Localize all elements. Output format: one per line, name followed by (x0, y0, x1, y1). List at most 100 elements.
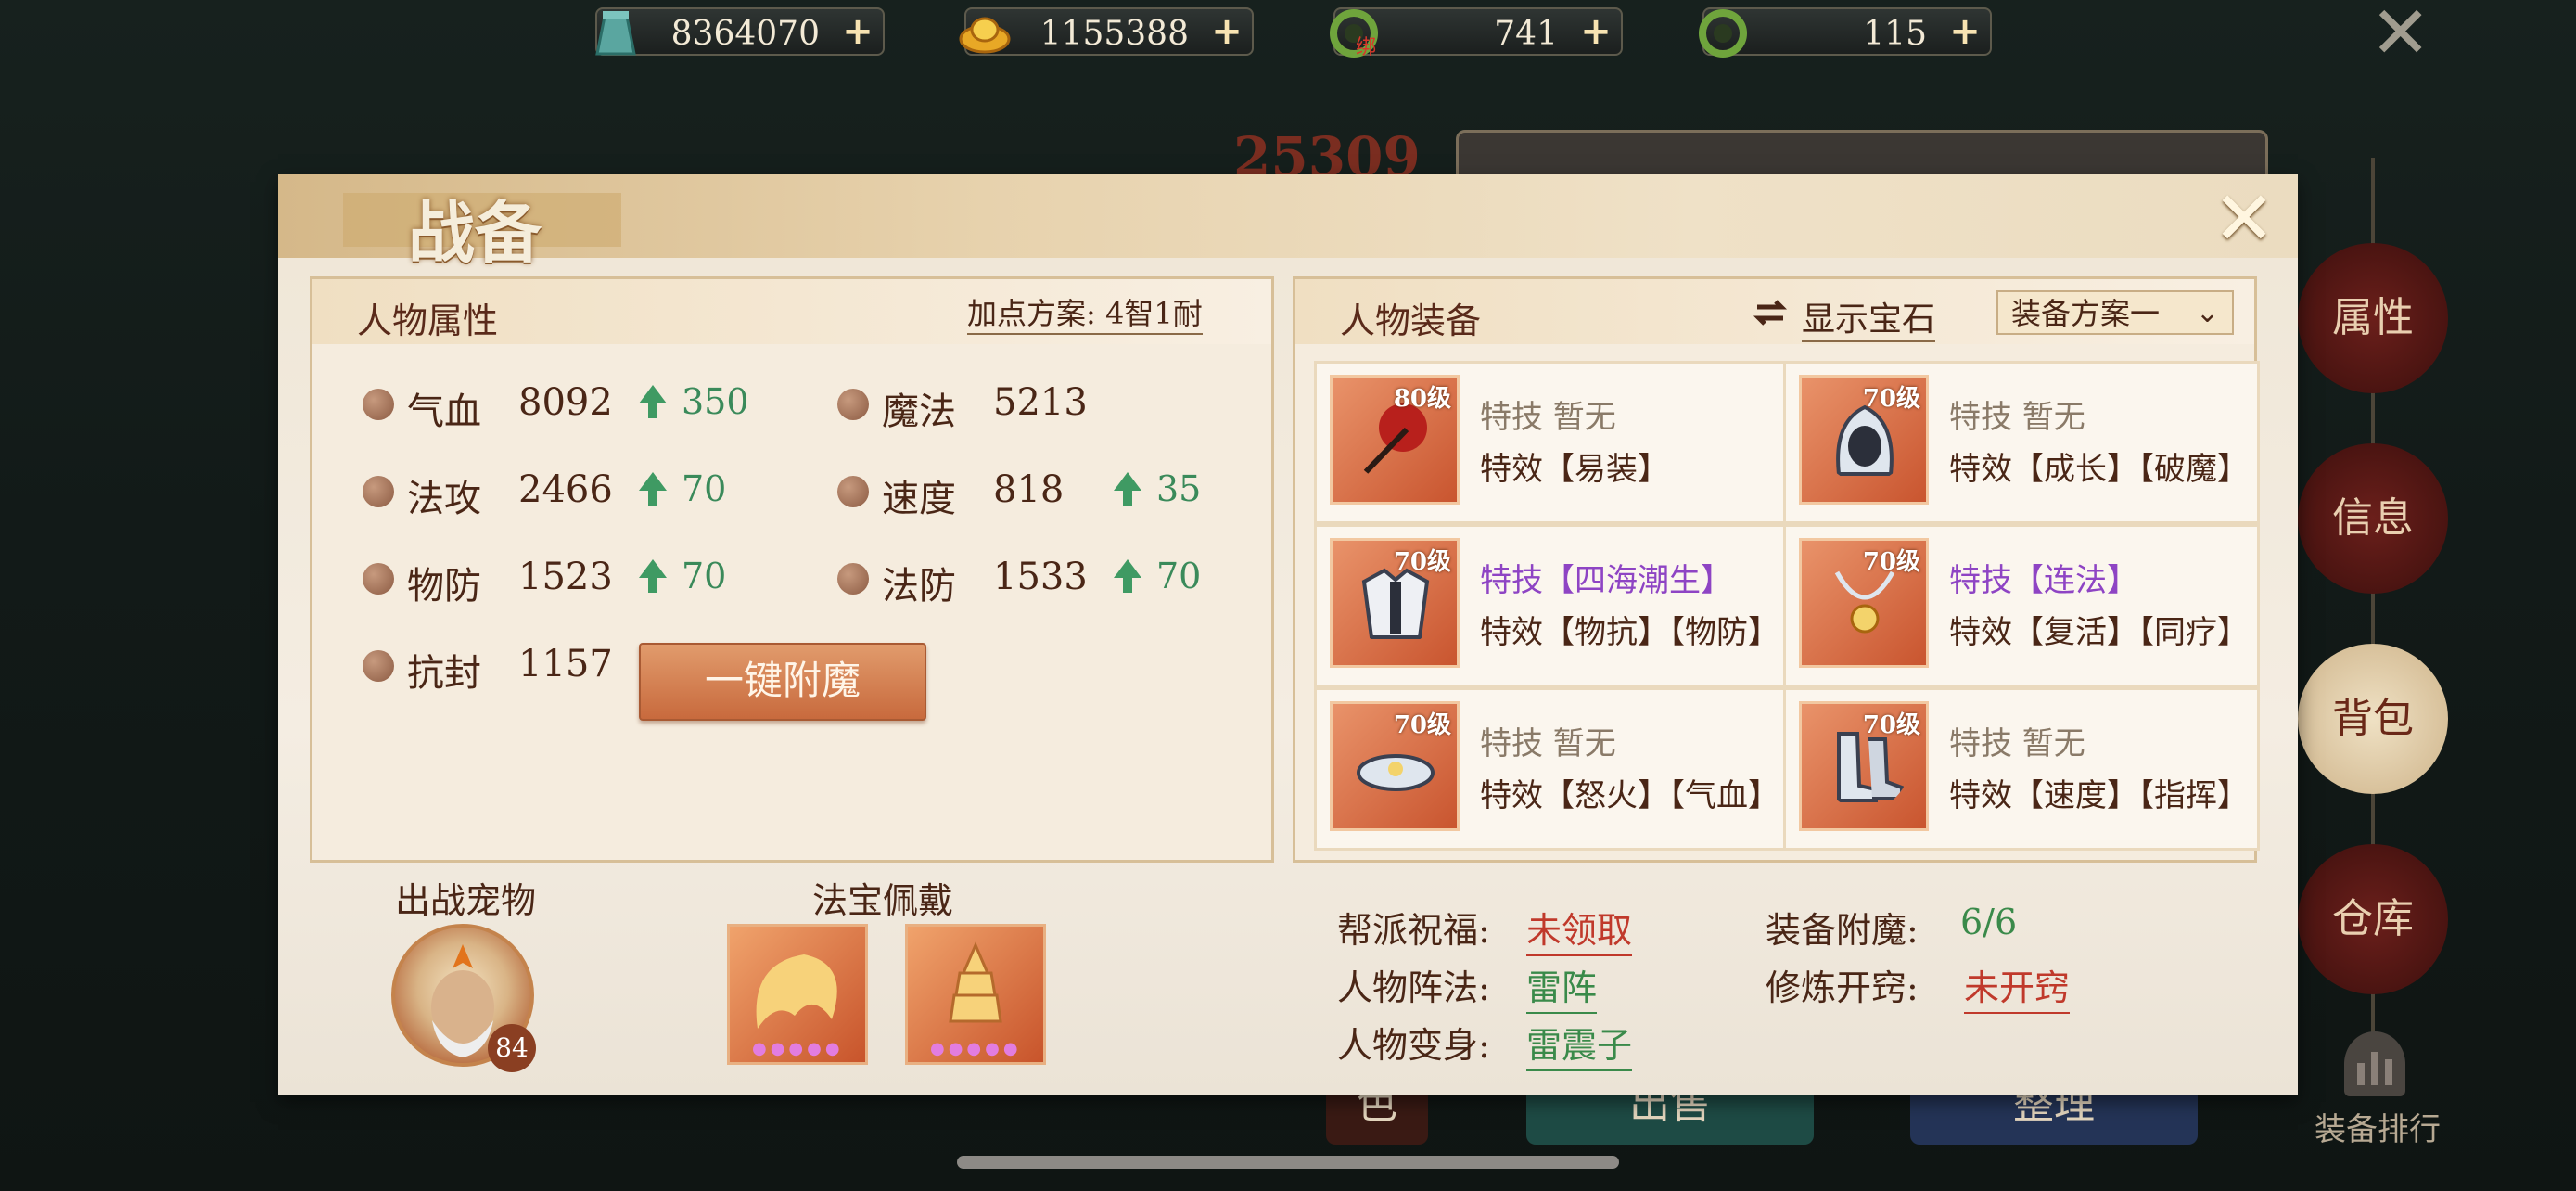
item-level: 70级 (1393, 548, 1451, 576)
jade-coin-icon (1695, 4, 1751, 59)
currency-gold-ingot: 1155388 + (959, 7, 1254, 56)
equipment-plan-select[interactable]: 装备方案一 ⌄ (1996, 290, 2234, 335)
fabao-slot-1[interactable]: ●●●●● (727, 924, 868, 1065)
item-effect: 特效【物抗】【物防】 (1480, 614, 1779, 651)
fabao-slot-2[interactable]: ●●●●● (905, 924, 1046, 1065)
currency-value: 1155388 (1039, 15, 1189, 53)
guild-blessing-value[interactable]: 未领取 (1526, 902, 1633, 956)
item-skill: 特技 暂无 (1949, 399, 2085, 436)
swap-icon[interactable] (1752, 294, 1789, 331)
add-currency-button[interactable]: + (1947, 13, 1983, 50)
stat-label: 气血 (407, 391, 481, 433)
gold-ingot-icon (957, 4, 1013, 59)
currency-bound-coin: 绑 741 + (1330, 7, 1623, 59)
background-close-icon[interactable]: ✕ (2370, 0, 2430, 70)
home-indicator (957, 1156, 1619, 1169)
boot-icon (837, 476, 869, 507)
item-skill: 特技 暂无 (1480, 399, 1616, 436)
item-level: 70级 (1862, 711, 1920, 739)
stat-value: 5213 (993, 381, 1088, 424)
stat-value: 1523 (518, 556, 613, 598)
item-level: 70级 (1862, 385, 1920, 413)
item-effect: 特效【成长】【破魔】 (1949, 451, 2249, 488)
point-plan-label: 加点方案: (967, 296, 1096, 331)
attributes-title: 人物属性 (357, 301, 499, 341)
add-currency-button[interactable]: + (840, 13, 875, 50)
armor-icon: 70级 (1330, 538, 1460, 668)
currency-value: 8364070 (670, 15, 820, 53)
necklace-icon: 70级 (1799, 538, 1929, 668)
fabao-star-dots: ●●●●● (752, 1039, 844, 1058)
transform-value[interactable]: 雷震子 (1526, 1017, 1633, 1071)
close-icon[interactable]: ✕ (2213, 182, 2276, 256)
add-currency-button[interactable]: + (1209, 13, 1244, 50)
equip-slot-belt[interactable]: 70级 特技 暂无 特效【怒火】【气血】 (1314, 687, 1791, 851)
equipment-title: 人物装备 (1340, 301, 1482, 341)
chevron-down-icon: ⌄ (2195, 297, 2219, 329)
rank-icon (2344, 1031, 2405, 1096)
item-level: 80级 (1393, 385, 1451, 413)
show-gems-toggle[interactable]: 显示宝石 (1802, 292, 1936, 342)
item-effect: 特效【复活】【同疗】 (1949, 614, 2249, 651)
side-tab-info[interactable]: 信息 (2298, 443, 2448, 594)
stat-value: 1533 (993, 556, 1088, 598)
item-skill: 特技 暂无 (1949, 725, 2085, 762)
one-click-enchant-button[interactable]: 一键附魔 (639, 643, 926, 721)
up-arrow-icon (1114, 472, 1141, 491)
weapon-icon: 80级 (1330, 375, 1460, 505)
stat-value: 1157 (518, 643, 613, 685)
page-title: 战备 (408, 193, 542, 272)
fabao-star-dots: ●●●●● (930, 1039, 1022, 1058)
item-level: 70级 (1393, 711, 1451, 739)
side-tab-attributes[interactable]: 属性 (2298, 243, 2448, 393)
equipment-section: 人物装备 显示宝石 装备方案一 ⌄ 80级 特技 暂无 特效【易装】 70级 特… (1293, 276, 2260, 863)
up-arrow-icon (639, 472, 667, 491)
equipment-plan-value: 装备方案一 (2011, 296, 2161, 331)
item-skill: 特技【四海潮生】 (1480, 562, 1732, 599)
cultivation-label: 修炼开窍: (1766, 967, 1919, 1008)
pet-level-badge: 84 (488, 1024, 536, 1072)
stat-label: 抗封 (407, 652, 481, 695)
formation-label: 人物阵法: (1337, 967, 1490, 1008)
enchant-label: 装备附魔: (1766, 910, 1919, 951)
stat-label: 速度 (882, 478, 956, 520)
belt-icon: 70级 (1330, 701, 1460, 831)
shield-icon (363, 563, 394, 595)
stat-label: 魔法 (882, 391, 956, 433)
stat-label: 物防 (407, 565, 481, 608)
heart-icon (363, 389, 394, 420)
attributes-section: 人物属性 加点方案: 4智1耐 气血 8092 350 法攻 2466 70 物… (310, 276, 1274, 863)
point-plan-value: 4智1耐 (1104, 296, 1203, 331)
bound-mark: 绑 (1356, 36, 1376, 59)
stat-label: 法防 (882, 565, 956, 608)
item-effect: 特效【易装】 (1480, 451, 1669, 488)
equip-slot-helmet[interactable]: 70级 特技 暂无 特效【成长】【破魔】 (1783, 361, 2260, 524)
add-currency-button[interactable]: + (1578, 13, 1613, 50)
jade-ingot-icon (588, 4, 644, 59)
equip-slot-boots[interactable]: 70级 特技 暂无 特效【速度】【指挥】 (1783, 687, 2260, 851)
formation-value[interactable]: 雷阵 (1526, 959, 1598, 1014)
item-skill: 特技 暂无 (1480, 725, 1616, 762)
item-level: 70级 (1862, 548, 1920, 576)
equip-slot-weapon[interactable]: 80级 特技 暂无 特效【易装】 (1314, 361, 1791, 524)
equip-slot-necklace[interactable]: 70级 特技【连法】 特效【复活】【同疗】 (1783, 524, 2260, 687)
currency-value: 741 (1494, 15, 1558, 53)
seal-shield-icon (363, 650, 394, 682)
side-tab-storage[interactable]: 仓库 (2298, 844, 2448, 994)
point-plan-link[interactable]: 加点方案: 4智1耐 (967, 290, 1203, 335)
side-tab-bag[interactable]: 背包 (2298, 644, 2448, 794)
equipment-rank-label[interactable]: 装备排行 (2307, 1104, 2448, 1149)
transform-label: 人物变身: (1337, 1025, 1490, 1066)
magic-icon (837, 389, 869, 420)
pet-title: 出战宠物 (395, 880, 537, 921)
magic-shield-icon (837, 563, 869, 595)
fabao-title: 法宝佩戴 (812, 880, 954, 921)
stat-label: 法攻 (407, 478, 481, 520)
item-effect: 特效【怒火】【气血】 (1480, 777, 1779, 814)
item-skill: 特技【连法】 (1949, 562, 2138, 599)
currency-jade-coin: 115 + (1699, 7, 1992, 58)
stat-value: 8092 (518, 381, 613, 424)
boots-icon: 70级 (1799, 701, 1929, 831)
equip-slot-armor[interactable]: 70级 特技【四海潮生】 特效【物抗】【物防】 (1314, 524, 1791, 687)
cultivation-value[interactable]: 未开窍 (1964, 959, 2071, 1014)
